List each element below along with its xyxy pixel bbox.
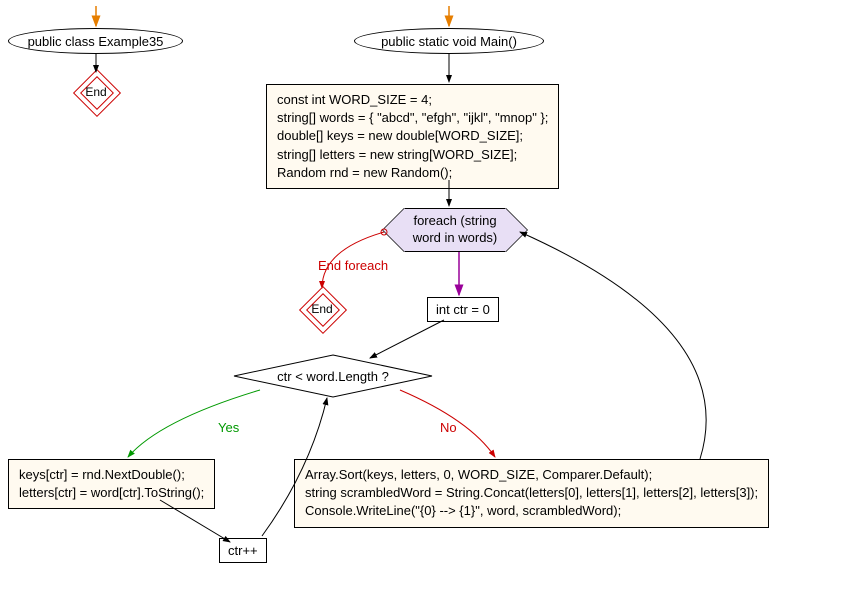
init-box: const int WORD_SIZE = 4; string[] words … bbox=[266, 84, 559, 189]
no-label: No bbox=[440, 420, 457, 435]
class-ellipse: public class Example35 bbox=[8, 28, 183, 54]
end-node-foreach: End bbox=[306, 293, 338, 325]
end-foreach-label: End foreach bbox=[318, 258, 388, 273]
main-ellipse: public static void Main() bbox=[354, 28, 544, 54]
yes-action-box: keys[ctr] = rnd.NextDouble(); letters[ct… bbox=[8, 459, 215, 509]
foreach-hexagon: foreach (string word in words) bbox=[404, 208, 506, 252]
main-label: public static void Main() bbox=[381, 34, 517, 49]
increment-box: ctr++ bbox=[219, 538, 267, 563]
end-label-1: End bbox=[80, 76, 112, 108]
ctr-init-box: int ctr = 0 bbox=[427, 297, 499, 322]
class-label: public class Example35 bbox=[28, 34, 164, 49]
end-node-class: End bbox=[80, 76, 112, 108]
decision-label: ctr < word.Length ? bbox=[277, 369, 389, 384]
yes-label: Yes bbox=[218, 420, 239, 435]
foreach-label: foreach (string word in words) bbox=[413, 213, 498, 247]
no-action-box: Array.Sort(keys, letters, 0, WORD_SIZE, … bbox=[294, 459, 769, 528]
decision-diamond: ctr < word.Length ? bbox=[233, 354, 433, 398]
end-label-2: End bbox=[306, 293, 338, 325]
